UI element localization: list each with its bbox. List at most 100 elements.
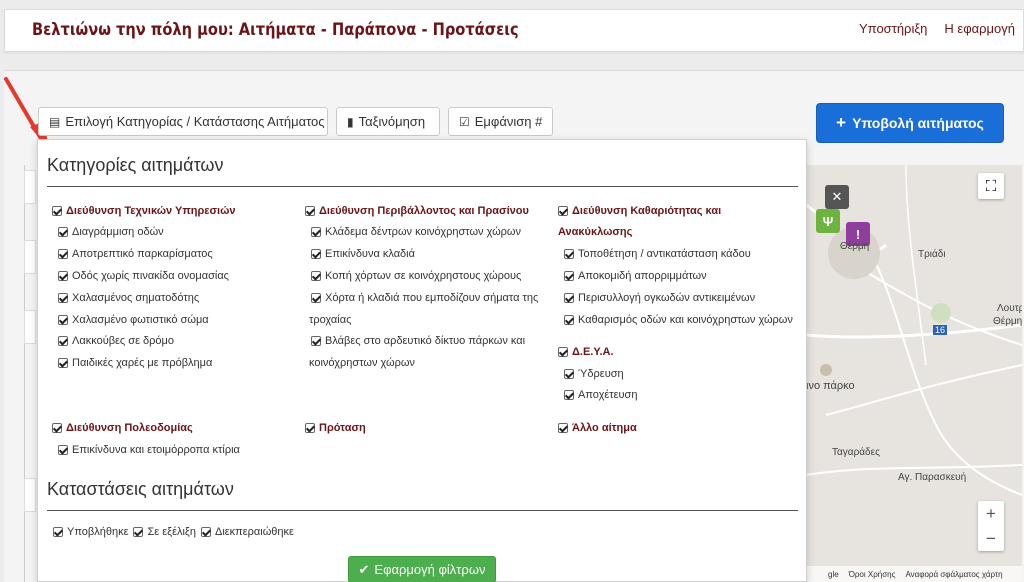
category-item[interactable]: Τοποθέτηση / αντικατάσταση κάδου xyxy=(564,244,751,265)
map[interactable]: ✕ Ψ ! Θέρμη Τριάδι Λουτρ. Θέρμη 16 ινο π… xyxy=(806,165,1022,582)
app-header: Βελτιώνω την πόλη μου: Αιτήματα - Παράπο… xyxy=(4,9,1024,52)
checkbox[interactable] xyxy=(564,293,574,303)
map-label: Ταγαράδες xyxy=(832,447,880,458)
category-item[interactable]: Ύδρευση xyxy=(564,364,624,385)
zoom-in-button[interactable]: + xyxy=(978,501,1004,526)
signal-bars-icon: ▮ xyxy=(347,114,354,129)
sort-button[interactable]: ▮ Ταξινόμηση xyxy=(336,107,440,136)
category-urban-planning[interactable]: Διεύθυνση Πολεοδομίας xyxy=(52,418,193,439)
checkbox[interactable] xyxy=(564,249,574,259)
zoom-out-button[interactable]: − xyxy=(978,526,1004,551)
category-item[interactable]: Χαλασμένος σηματοδότης xyxy=(58,288,199,309)
checkbox[interactable] xyxy=(58,249,68,259)
category-item[interactable]: Βλάβες στο αρδευτικό δίκτυο πάρκων και xyxy=(311,331,525,352)
category-item[interactable]: Αποχέτευση xyxy=(564,385,637,406)
map-label: Αγ. Παρασκευή xyxy=(898,472,967,483)
category-item[interactable]: Περισυλλογή ογκωδών αντικειμένων xyxy=(564,288,755,309)
checkbox[interactable] xyxy=(564,315,574,325)
map-terms-link[interactable]: Όροι Χρήσης xyxy=(849,570,896,579)
category-item[interactable]: Καθαρισμός οδών και κοινόχρηστων χώρων xyxy=(564,310,793,331)
checkbox[interactable] xyxy=(58,336,68,346)
checkbox[interactable] xyxy=(305,423,315,433)
checkbox[interactable] xyxy=(133,527,144,537)
checkbox[interactable] xyxy=(311,336,321,346)
nav-app-link[interactable]: Η εφαρμογή xyxy=(944,21,1015,36)
submit-request-button[interactable]: + Υποβολή αιτήματος xyxy=(816,103,1004,143)
category-status-filter-button[interactable]: ▤ Επιλογή Κατηγορίας / Κατάστασης Αιτήμα… xyxy=(38,107,328,136)
check-square-icon: ☑ xyxy=(459,114,470,129)
categories-heading: Κατηγορίες αιτημάτων xyxy=(47,155,224,175)
display-count-button[interactable]: ☑ Εμφάνιση # xyxy=(448,107,553,136)
checkbox[interactable] xyxy=(311,227,321,237)
underlying-list-item xyxy=(24,310,36,344)
apply-filters-button[interactable]: ✔ Εφαρμογή φίλτρων xyxy=(348,556,496,582)
checkbox[interactable] xyxy=(58,445,68,455)
category-item[interactable]: Οδός χωρίς πινακίδα ονομασίας xyxy=(58,266,229,287)
underlying-list-item xyxy=(24,170,36,204)
category-item[interactable]: Κλάδεμα δέντρων κοινόχρηστων χώρων xyxy=(311,222,521,243)
status-filters: Υποβλήθηκε Σε εξέλιξη Διεκπεραιώθηκε xyxy=(53,526,294,538)
checkbox[interactable] xyxy=(564,390,574,400)
category-deya[interactable]: Δ.Ε.Υ.Α. xyxy=(558,342,614,363)
underlying-list-item xyxy=(24,478,36,512)
checkbox[interactable] xyxy=(558,347,568,357)
category-item[interactable]: Διαγράμμιση οδών xyxy=(58,222,164,243)
category-other[interactable]: Άλλο αίτημα xyxy=(558,418,637,439)
checkbox[interactable] xyxy=(52,423,62,433)
grass-marker-icon[interactable]: Ψ xyxy=(816,209,840,233)
category-cleaning[interactable]: Διεύθυνση Καθαριότητας και xyxy=(558,201,721,222)
checkbox[interactable] xyxy=(311,293,321,303)
status-in-progress[interactable]: Σε εξέλιξη xyxy=(133,526,196,538)
checkbox[interactable] xyxy=(564,369,574,379)
category-item[interactable]: Παιδικές χαρές με πρόβλημα xyxy=(58,353,212,374)
divider xyxy=(47,186,798,187)
statuses-heading: Καταστάσεις αιτημάτων xyxy=(47,479,234,499)
category-technical-services[interactable]: Διεύθυνση Τεχνικών Υπηρεσιών xyxy=(52,201,236,222)
underlying-list-item xyxy=(24,240,36,274)
map-report-link[interactable]: Αναφορά σφάλματος χάρτη xyxy=(905,570,1002,579)
category-item[interactable]: Κοπή χόρτων σε κοινόχρηστους χώρους xyxy=(311,266,521,287)
category-proposal[interactable]: Πρόταση xyxy=(305,418,366,439)
fullscreen-icon[interactable]: ⛶ xyxy=(978,173,1004,199)
checkbox[interactable] xyxy=(558,423,568,433)
checkbox[interactable] xyxy=(52,206,62,216)
checkbox[interactable] xyxy=(58,271,68,281)
map-label: Θέρμη xyxy=(993,316,1022,327)
checkbox[interactable] xyxy=(58,293,68,303)
checkbox[interactable] xyxy=(558,206,568,216)
category-environment[interactable]: Διεύθυνση Περιβάλλοντος και Πρασίνου xyxy=(305,201,529,222)
category-item[interactable]: Λακκούβες σε δρόμο xyxy=(58,331,174,352)
checkbox[interactable] xyxy=(305,206,315,216)
map-footer: gle Όροι Χρήσης Αναφορά σφάλματος χάρτη xyxy=(806,566,1022,582)
nav-support-link[interactable]: Υποστήριξη xyxy=(859,21,927,36)
filter-popup: Κατηγορίες αιτημάτων Διεύθυνση Τεχνικών … xyxy=(37,139,807,582)
tools-marker-icon[interactable]: ✕ xyxy=(825,185,849,209)
checkbox[interactable] xyxy=(58,315,68,325)
category-item[interactable]: Χαλασμένο φωτιστικό σώμα xyxy=(58,310,209,331)
top-nav: Υποστήριξη Η εφαρμογή xyxy=(859,21,1015,36)
category-cleaning-continued: Ανακύκλωσης xyxy=(558,226,633,238)
plus-icon: + xyxy=(836,113,847,132)
map-label: Λουτρ. xyxy=(997,303,1022,314)
checkbox[interactable] xyxy=(311,271,321,281)
checkbox[interactable] xyxy=(58,227,68,237)
check-icon: ✔ xyxy=(358,561,370,577)
zoom-control: + − xyxy=(978,501,1004,551)
checkbox[interactable] xyxy=(564,271,574,281)
page-title: Βελτιώνω την πόλη μου: Αιτήματα - Παράπο… xyxy=(32,20,519,40)
checkbox[interactable] xyxy=(311,249,321,259)
checkbox[interactable] xyxy=(53,527,63,537)
category-item-continued: κοινόχρηστων χώρων xyxy=(309,357,415,369)
map-label: ινο πάρκο xyxy=(806,380,855,392)
checkbox[interactable] xyxy=(58,358,68,368)
category-item[interactable]: Χόρτα ή κλαδιά που εμποδίζουν σήματα της xyxy=(311,288,538,309)
status-completed[interactable]: Διεκπεραιώθηκε xyxy=(200,526,294,538)
checkbox[interactable] xyxy=(200,527,211,537)
category-item[interactable]: Αποκομιδή απορριμμάτων xyxy=(564,266,707,287)
underlying-list-edge xyxy=(24,165,34,582)
map-label: Τριάδι xyxy=(918,249,946,260)
status-submitted[interactable]: Υποβλήθηκε xyxy=(53,526,128,538)
category-item[interactable]: Επικίνδυνα και ετοιμόρροπα κτίρια xyxy=(58,440,240,461)
category-item[interactable]: Επικίνδυνα κλαδιά xyxy=(311,244,415,265)
category-item[interactable]: Αποτρεπτικό παρκαρίσματος xyxy=(58,244,213,265)
